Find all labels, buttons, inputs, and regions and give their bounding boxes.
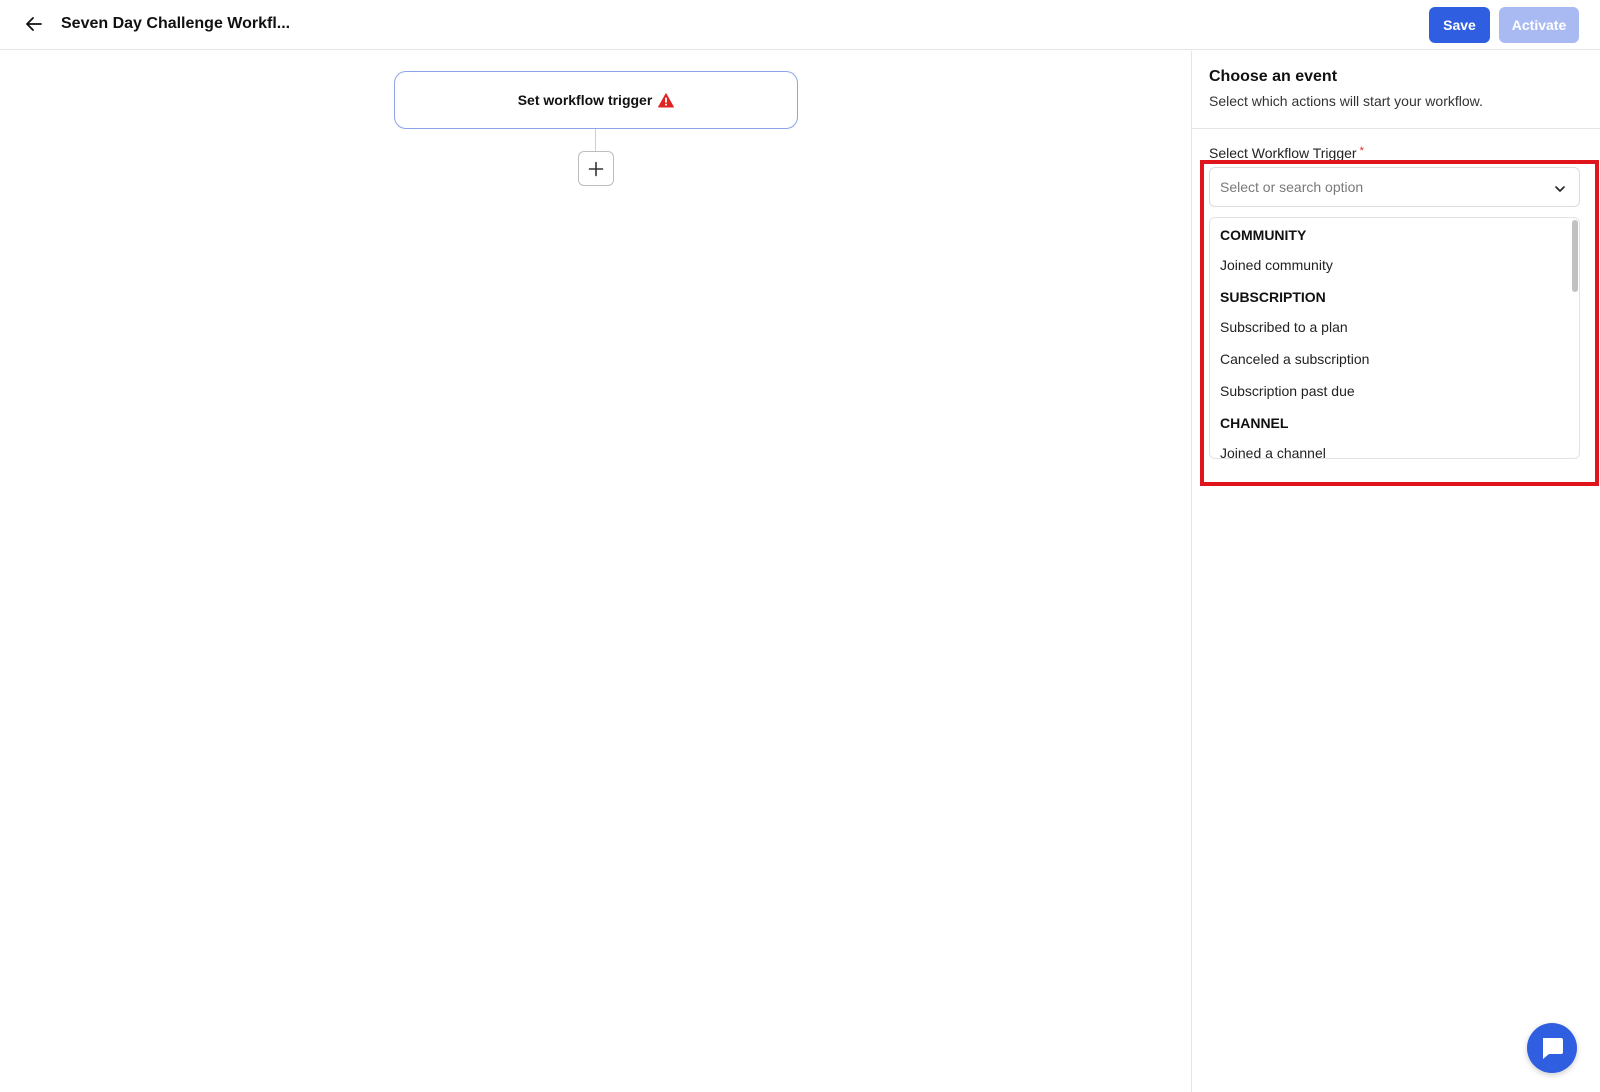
required-asterisk: * [1359,145,1364,157]
option-canceled-subscription[interactable]: Canceled a subscription [1210,342,1565,374]
chevron-down-icon[interactable] [1553,182,1567,196]
dropdown-list: COMMUNITY Joined community SUBSCRIPTION … [1210,218,1565,458]
workflow-title: Seven Day Challenge Workfl... [61,15,291,32]
chat-launcher-button[interactable] [1527,1023,1577,1073]
trigger-node-label: Set workflow trigger [517,92,653,108]
plus-icon [588,161,604,176]
group-header-community: COMMUNITY [1220,227,1307,243]
activate-button[interactable]: Activate [1499,7,1579,43]
trigger-search-input[interactable] [1220,179,1540,195]
save-button[interactable]: Save [1429,7,1490,43]
dropdown-scrollbar-thumb[interactable] [1572,220,1578,292]
chat-bubble-icon [1543,1038,1563,1059]
option-joined-channel[interactable]: Joined a channel [1210,436,1565,458]
set-trigger-node[interactable]: Set workflow trigger [394,71,798,129]
panel-header: Choose an event Select which actions wil… [1192,51,1600,129]
option-subscribed-to-plan[interactable]: Subscribed to a plan [1210,310,1565,342]
option-joined-community[interactable]: Joined community [1210,248,1565,280]
add-step-button[interactable] [578,151,614,186]
group-header-channel: CHANNEL [1220,415,1289,431]
trigger-select[interactable] [1209,167,1580,207]
trigger-settings-panel: Choose an event Select which actions wil… [1191,51,1600,1092]
back-button[interactable] [22,12,46,36]
option-subscription-past-due[interactable]: Subscription past due [1210,374,1565,406]
trigger-field-label-text: Select Workflow Trigger [1209,145,1357,161]
panel-subtitle: Select which actions will start your wor… [1209,93,1483,109]
trigger-options-dropdown: COMMUNITY Joined community SUBSCRIPTION … [1209,217,1580,459]
trigger-field-label: Select Workflow Trigger * [1209,145,1364,161]
panel-title: Choose an event [1209,68,1338,85]
group-header-subscription: SUBSCRIPTION [1220,289,1326,305]
node-connector-line [595,129,596,152]
arrow-left-icon [26,17,42,31]
dropdown-scrollbar[interactable] [1571,220,1579,458]
workflow-canvas: Set workflow trigger [0,51,1191,1092]
top-bar: Seven Day Challenge Workfl... Save Activ… [0,0,1600,50]
warning-triangle-icon [658,92,675,107]
